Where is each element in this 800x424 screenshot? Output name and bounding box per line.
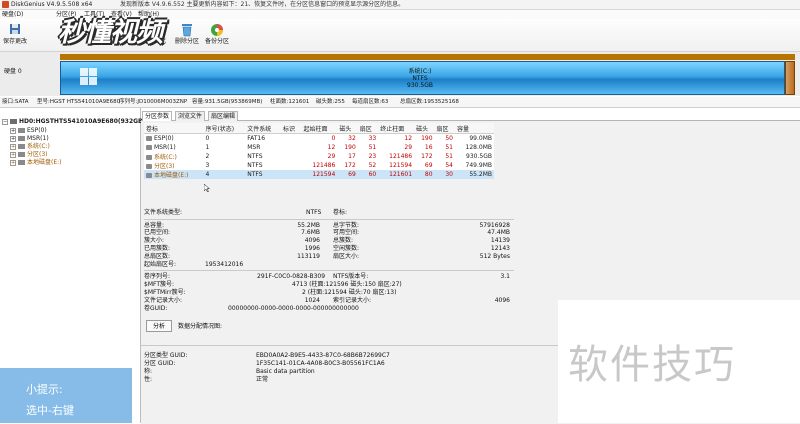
tip-title: 小提示: bbox=[26, 383, 63, 396]
window-title: DiskGenius V4.9.5.508 x64 bbox=[11, 1, 93, 8]
table-row[interactable]: 分区(3) 3 NTFS 121486 172 52 121594 69 54 … bbox=[144, 161, 494, 170]
volume-icon bbox=[146, 173, 152, 178]
volume-icon bbox=[18, 152, 25, 157]
tree-item-partition-3[interactable]: + 分区(3) bbox=[10, 151, 48, 159]
tree-item-system-c[interactable]: + 系统(C:) bbox=[10, 143, 50, 151]
volume-icon bbox=[146, 145, 152, 150]
video-logo-watermark: 秒懂视频 bbox=[58, 17, 163, 48]
tip-body: 选中-右键 bbox=[26, 404, 74, 417]
tab-sector-edit[interactable]: 扇区编辑 bbox=[208, 111, 239, 121]
save-icon bbox=[8, 23, 22, 38]
expand-icon[interactable]: + bbox=[10, 151, 16, 158]
tree-item-msr[interactable]: + MSR(1) bbox=[10, 135, 49, 143]
table-row[interactable]: 系统(C:) 2 NTFS 29 17 23 121486 172 51 930… bbox=[144, 152, 494, 161]
hard-disk-icon bbox=[10, 119, 17, 124]
expand-icon[interactable]: + bbox=[10, 159, 16, 166]
disk-label: 硬盘 0 bbox=[4, 68, 22, 75]
table-row[interactable]: ESP(0) 0 FAT16 0 32 33 12 190 50 99.0MB bbox=[144, 133, 494, 143]
tree-item-local-e[interactable]: + 本地磁盘(E:) bbox=[10, 159, 62, 167]
expand-icon[interactable]: + bbox=[10, 127, 16, 134]
title-bar: DiskGenius V4.9.5.508 x64 发现新版本 V4.9.6.5… bbox=[0, 0, 800, 10]
small-partitions-strip[interactable] bbox=[60, 54, 795, 60]
volume-icon bbox=[146, 164, 152, 169]
menu-disk[interactable]: 硬盘(D) bbox=[2, 10, 23, 19]
divider bbox=[141, 345, 558, 346]
volume-icon bbox=[18, 144, 25, 149]
windows-logo-icon bbox=[80, 68, 98, 86]
volume-icon bbox=[146, 155, 152, 160]
divider bbox=[144, 219, 514, 220]
update-message: 发现新版本 V4.9.6.552 主要更新内容如下：21、恢复文件时，在分区信息… bbox=[120, 1, 405, 8]
tree-disk-hd0[interactable]: − HD0:HGSTHTS541010A9E680(932GB) bbox=[2, 118, 145, 126]
analyze-button[interactable]: 分析 bbox=[146, 320, 172, 332]
save-button[interactable]: 保存更改 bbox=[0, 22, 30, 50]
volume-icon bbox=[146, 136, 152, 141]
volume-icon bbox=[18, 128, 25, 133]
partition-block-local-e[interactable] bbox=[785, 61, 795, 95]
tab-browse-files[interactable]: 浏览文件 bbox=[175, 111, 206, 121]
table-row-selected[interactable]: 本地磁盘(E:) 4 NTFS 121594 69 60 121601 80 3… bbox=[144, 170, 494, 179]
collapse-icon[interactable]: − bbox=[2, 118, 8, 125]
trash-icon bbox=[180, 23, 194, 38]
expand-icon[interactable]: + bbox=[10, 135, 16, 142]
table-row[interactable]: MSR(1) 1 MSR 12 190 51 29 16 51 128.0MB bbox=[144, 143, 494, 152]
backup-partition-button[interactable]: 备份分区 bbox=[202, 22, 232, 50]
divider bbox=[144, 270, 514, 271]
tree-item-esp[interactable]: + ESP(0) bbox=[10, 127, 47, 135]
corner-watermark-text: 软件技巧 bbox=[568, 342, 736, 388]
disk-info-bar: 接口:SATA 型号:HGST HTS541010A9E680 序列号:JD10… bbox=[0, 97, 800, 108]
backup-icon bbox=[210, 23, 224, 38]
mouse-cursor-icon bbox=[204, 184, 210, 192]
tab-partition-params[interactable]: 分区参数 bbox=[142, 111, 173, 121]
expand-icon[interactable]: + bbox=[10, 143, 16, 150]
volume-icon bbox=[18, 160, 25, 165]
partition-block-text: 系统(C:) NTFS 930.5GB bbox=[407, 68, 433, 89]
partition-table: 卷标 序号(状态) 文件系统 标识 起始柱面 磁头 扇区 终止柱面 磁头 扇区 … bbox=[144, 123, 494, 179]
table-header: 卷标 序号(状态) 文件系统 标识 起始柱面 磁头 扇区 终止柱面 磁头 扇区 … bbox=[144, 123, 494, 134]
volume-icon bbox=[18, 136, 25, 141]
delete-partition-button[interactable]: 删除分区 bbox=[172, 22, 202, 50]
app-icon bbox=[2, 1, 9, 8]
